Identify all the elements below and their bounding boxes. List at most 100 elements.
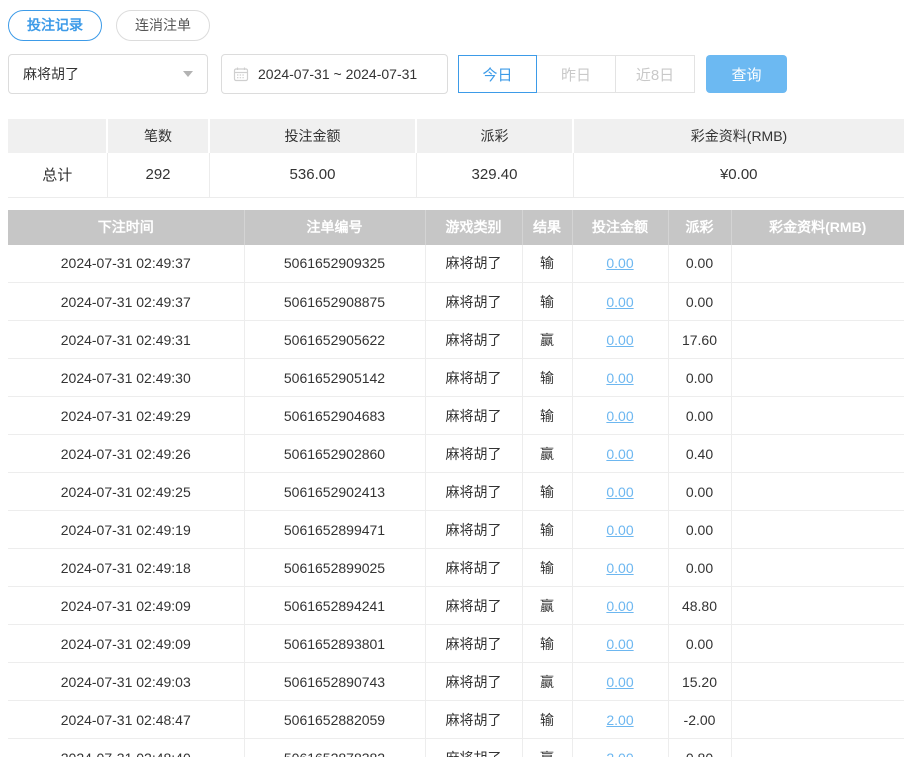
bet-amount-link[interactable]: 0.00 — [606, 598, 633, 614]
game-type-cell: 麻将胡了 — [424, 510, 522, 549]
game-type-cell: 麻将胡了 — [424, 700, 522, 739]
payout-cell: 0.00 — [667, 244, 731, 283]
bonus-cell — [730, 624, 904, 663]
bonus-cell — [730, 510, 904, 549]
date-range-picker[interactable]: 2024-07-31 ~ 2024-07-31 — [221, 54, 448, 94]
bet-time-cell: 2024-07-31 02:49:37 — [8, 244, 244, 283]
game-type-cell: 麻将胡了 — [424, 738, 522, 757]
bet-amount-link[interactable]: 0.00 — [606, 408, 633, 424]
result-cell: 输 — [521, 358, 572, 397]
summary-header-empty — [8, 119, 107, 153]
result-cell: 输 — [521, 244, 572, 283]
bet-id-cell: 5061652890743 — [243, 662, 425, 701]
bet-amount-link[interactable]: 0.00 — [606, 446, 633, 462]
summary-total-row: 总计 292 536.00 329.40 ¥0.00 — [8, 153, 904, 198]
result-cell: 输 — [521, 700, 572, 739]
bonus-cell — [730, 662, 904, 701]
table-row: 2024-07-31 02:49:37 5061652909325 麻将胡了输 0.0… — [8, 244, 904, 283]
table-row: 2024-07-31 02:49:30 5061652905142 麻将胡了输 0.0… — [8, 358, 904, 397]
bet-amount-link[interactable]: 0.00 — [606, 332, 633, 348]
table-row: 2024-07-31 02:49:19 5061652899471 麻将胡了输 0.0… — [8, 510, 904, 549]
result-cell: 赢 — [521, 738, 572, 757]
tab-betting-records[interactable]: 投注记录 — [8, 10, 102, 41]
summary-total-count: 292 — [106, 153, 209, 198]
bet-amount-link[interactable]: 0.00 — [606, 636, 633, 652]
payout-cell: 0.00 — [667, 548, 731, 587]
col-header-bet-time: 下注时间 — [8, 209, 244, 245]
summary-total-bonus: ¥0.00 — [572, 153, 904, 198]
summary-total-payout: 329.40 — [415, 153, 573, 198]
table-row: 2024-07-31 02:49:03 5061652890743 麻将胡了赢 0.0… — [8, 662, 904, 701]
table-row: 2024-07-31 02:48:405061652878382麻将胡了赢 2.0… — [8, 738, 904, 757]
summary-header-count: 笔数 — [106, 119, 209, 153]
query-button[interactable]: 查询 — [706, 55, 787, 93]
payout-cell: 48.80 — [667, 586, 731, 625]
bonus-cell — [730, 586, 904, 625]
bet-amount-link[interactable]: 0.00 — [606, 255, 633, 271]
bet-amount-link[interactable]: 0.00 — [606, 484, 633, 500]
result-cell: 输 — [521, 396, 572, 435]
bet-id-cell: 5061652894241 — [243, 586, 425, 625]
payout-cell: 0.00 — [667, 396, 731, 435]
bonus-cell — [730, 396, 904, 435]
today-button[interactable]: 今日 — [458, 55, 537, 93]
bet-amount-cell: 0.00 — [571, 548, 668, 587]
quick-date-button-group: 今日 昨日 近8日 — [458, 55, 695, 93]
game-type-cell: 麻将胡了 — [424, 358, 522, 397]
bonus-cell — [730, 282, 904, 321]
records-table-body: 2024-07-31 02:49:37 5061652909325 麻将胡了输 0.0… — [8, 244, 904, 757]
table-row: 2024-07-31 02:49:25 5061652902413 麻将胡了输 0.0… — [8, 472, 904, 511]
bet-amount-cell: 2.00 — [571, 738, 668, 757]
bonus-cell — [730, 738, 904, 757]
game-type-cell: 麻将胡了 — [424, 472, 522, 511]
summary-total-label: 总计 — [8, 153, 107, 198]
bonus-cell — [730, 434, 904, 473]
bet-amount-cell: 0.00 — [571, 662, 668, 701]
filter-row: 麻将胡了 2024-07-31 ~ 2024-07-31 今日 昨日 近8日 查… — [8, 54, 904, 94]
tab-cancelled-bets[interactable]: 连消注单 — [116, 10, 210, 41]
bet-time-cell: 2024-07-31 02:49:37 — [8, 282, 244, 321]
bet-amount-cell: 0.00 — [571, 320, 668, 359]
bet-amount-cell: 0.00 — [571, 282, 668, 321]
payout-cell: 0.40 — [667, 434, 731, 473]
payout-cell: -2.00 — [667, 700, 731, 739]
bet-amount-link[interactable]: 0.00 — [606, 370, 633, 386]
summary-total-bet-amount: 536.00 — [208, 153, 416, 198]
game-type-cell: 麻将胡了 — [424, 586, 522, 625]
bet-amount-link[interactable]: 0.00 — [606, 674, 633, 690]
bet-amount-link[interactable]: 2.00 — [606, 750, 633, 757]
bet-time-cell: 2024-07-31 02:48:40 — [8, 738, 244, 757]
tabs-row: 投注记录 连消注单 — [8, 10, 904, 41]
bet-amount-cell: 0.00 — [571, 472, 668, 511]
last-8-days-button[interactable]: 近8日 — [616, 55, 695, 93]
bet-time-cell: 2024-07-31 02:49:18 — [8, 548, 244, 587]
bet-amount-link[interactable]: 0.00 — [606, 522, 633, 538]
game-type-select[interactable]: 麻将胡了 — [8, 54, 208, 94]
result-cell: 赢 — [521, 320, 572, 359]
summary-header-row: 笔数 投注金额 派彩 彩金资料(RMB) — [8, 119, 904, 153]
date-range-value: 2024-07-31 ~ 2024-07-31 — [258, 66, 418, 82]
table-row: 2024-07-31 02:48:47 5061652882059 麻将胡了输 2.0… — [8, 700, 904, 739]
bet-id-cell: 5061652904683 — [243, 396, 425, 435]
bet-time-cell: 2024-07-31 02:48:47 — [8, 700, 244, 739]
bet-id-cell: 5061652908875 — [243, 282, 425, 321]
bet-id-cell: 5061652878382 — [243, 738, 425, 757]
bet-time-cell: 2024-07-31 02:49:19 — [8, 510, 244, 549]
bet-amount-link[interactable]: 0.00 — [606, 560, 633, 576]
bonus-cell — [730, 548, 904, 587]
table-row: 2024-07-31 02:49:18 5061652899025 麻将胡了输 0.0… — [8, 548, 904, 587]
bonus-cell — [730, 472, 904, 511]
payout-cell: 17.60 — [667, 320, 731, 359]
col-header-result: 结果 — [521, 209, 572, 245]
col-header-bet-id: 注单编号 — [243, 209, 425, 245]
bet-id-cell: 5061652905142 — [243, 358, 425, 397]
result-cell: 输 — [521, 472, 572, 511]
bet-amount-link[interactable]: 0.00 — [606, 294, 633, 310]
yesterday-button[interactable]: 昨日 — [537, 55, 616, 93]
bet-id-cell: 5061652899471 — [243, 510, 425, 549]
bet-amount-cell: 0.00 — [571, 396, 668, 435]
bet-id-cell: 5061652893801 — [243, 624, 425, 663]
summary-table: 笔数 投注金额 派彩 彩金资料(RMB) 总计 292 536.00 329.4… — [8, 119, 904, 198]
table-row: 2024-07-31 02:49:09 5061652894241 麻将胡了赢 0.0… — [8, 586, 904, 625]
bet-amount-link[interactable]: 2.00 — [606, 712, 633, 728]
